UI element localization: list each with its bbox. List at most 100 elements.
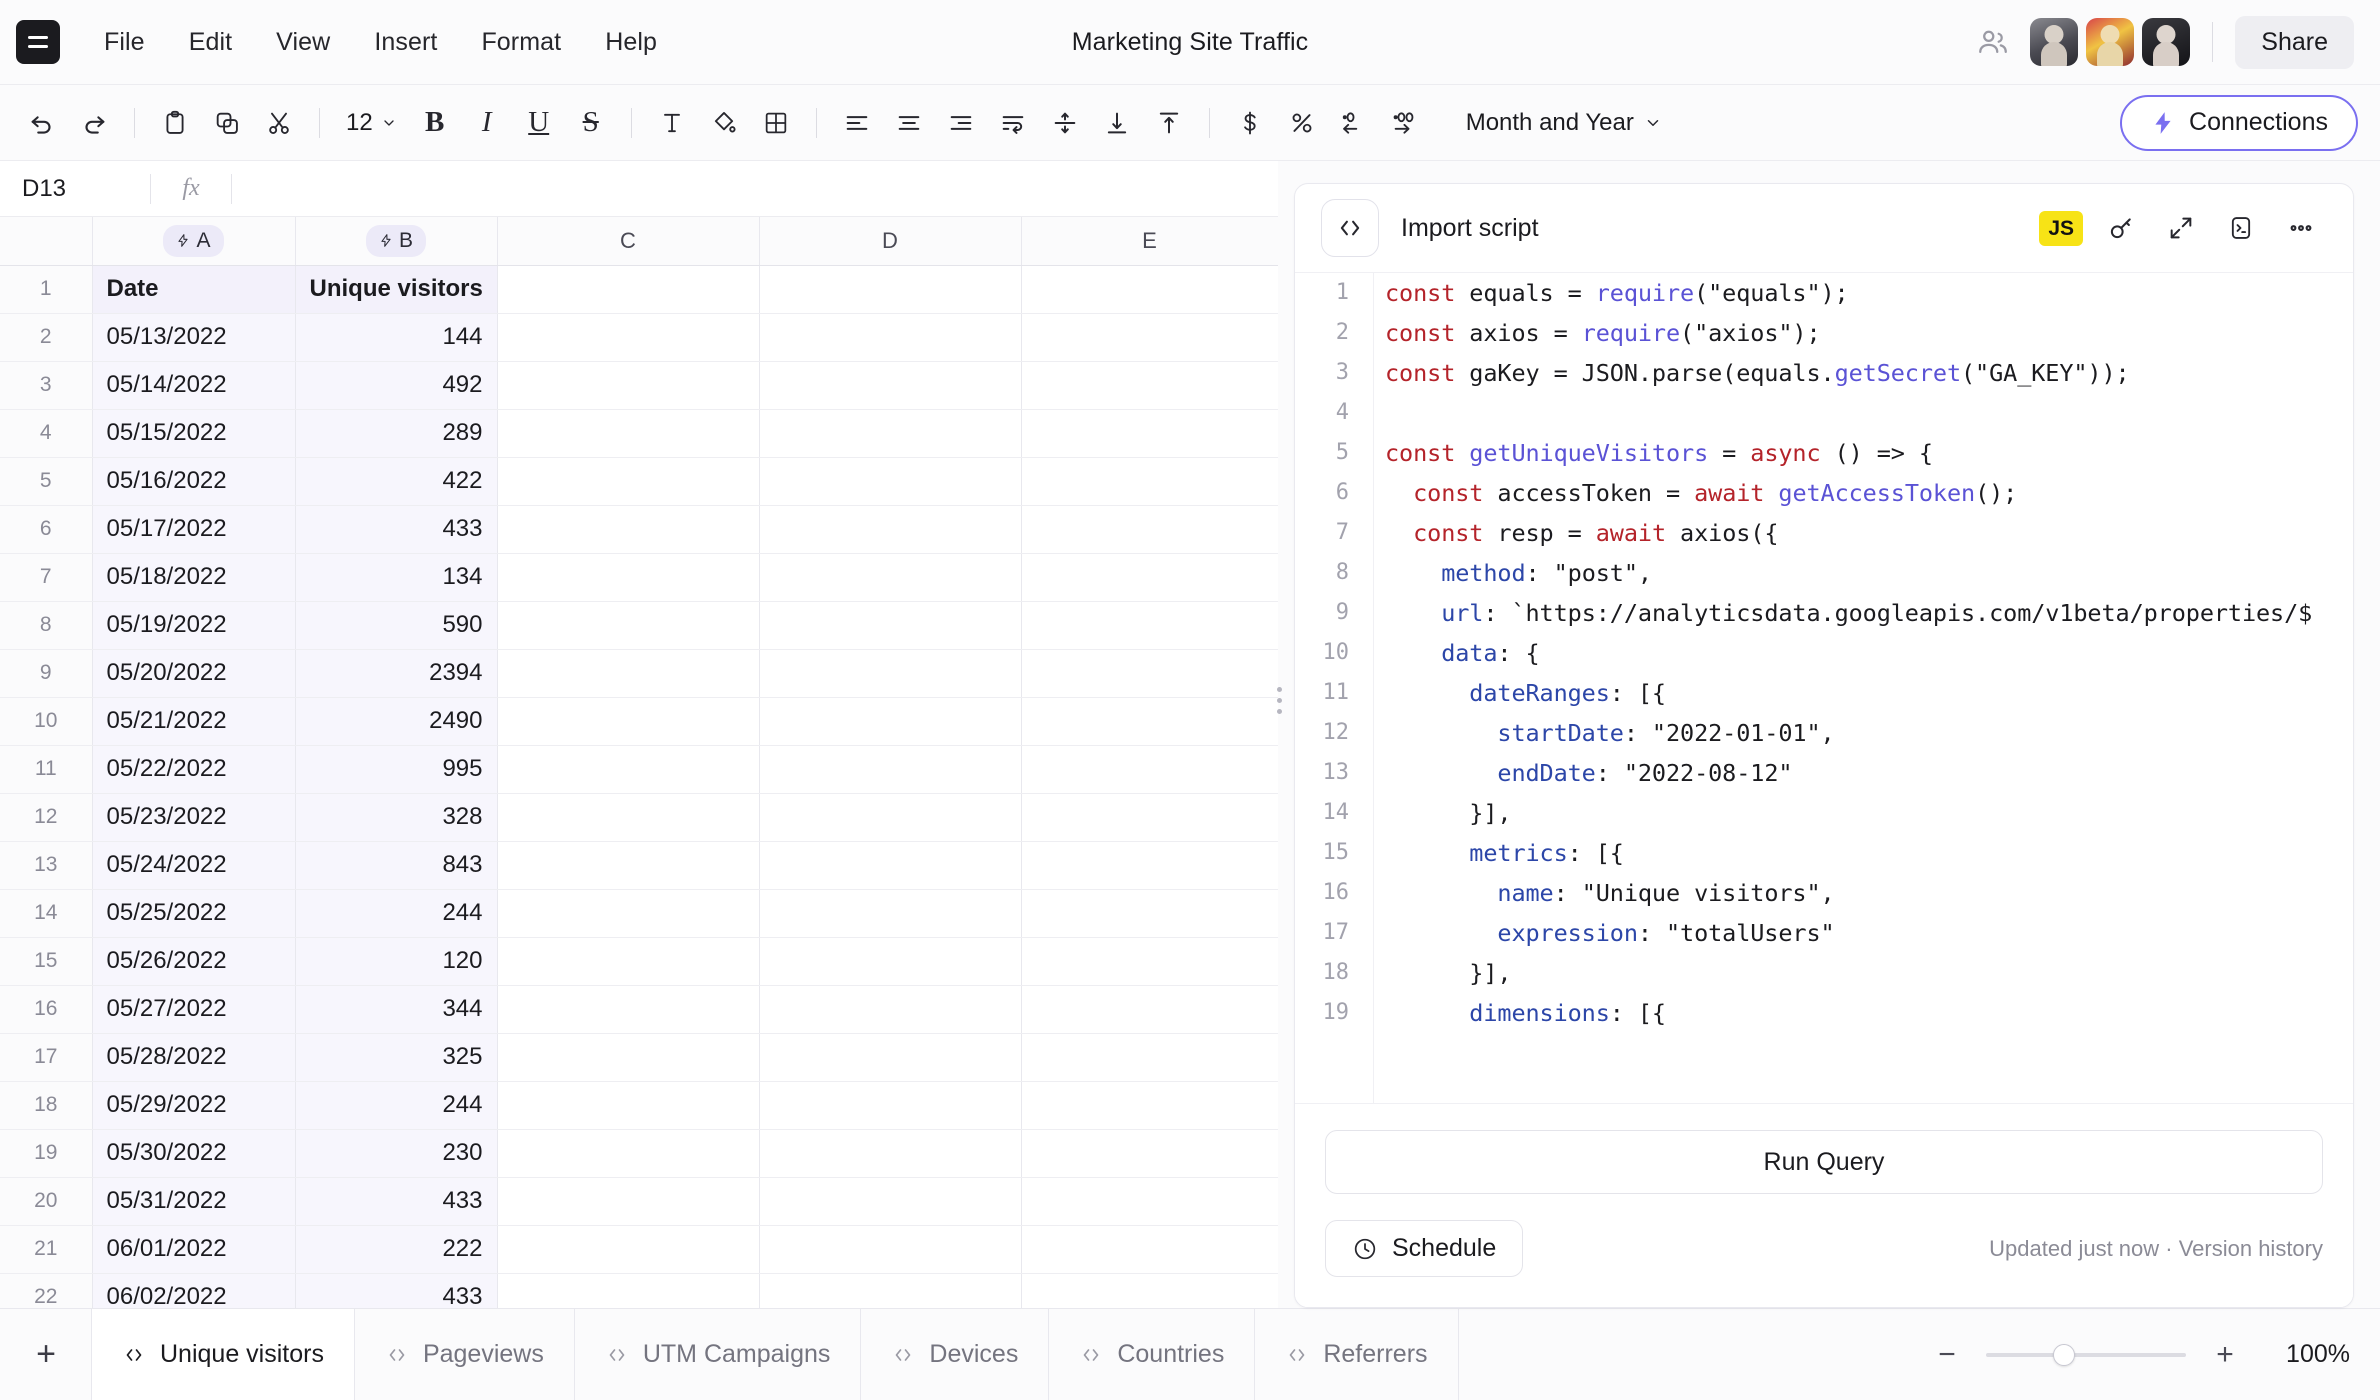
row-number[interactable]: 16 (0, 985, 93, 1034)
align-right-icon[interactable] (935, 97, 987, 149)
menu-insert[interactable]: Insert (352, 20, 459, 65)
cell-b2[interactable]: 144 (295, 313, 498, 362)
hamburger-menu-icon[interactable] (16, 20, 60, 64)
cell-c17[interactable] (497, 1033, 760, 1082)
cell-c8[interactable] (497, 601, 760, 650)
cell-e9[interactable] (1021, 649, 1278, 698)
code-text[interactable]: dateRanges: [{ (1373, 673, 2353, 713)
sheet-tab-countries[interactable]: Countries (1048, 1309, 1256, 1400)
sheet-tab-unique-visitors[interactable]: Unique visitors (91, 1309, 355, 1400)
text-color-icon[interactable] (646, 97, 698, 149)
align-left-icon[interactable] (831, 97, 883, 149)
menu-format[interactable]: Format (459, 20, 583, 65)
cell-a9[interactable]: 05/20/2022 (92, 649, 296, 698)
font-size-selector[interactable]: 12 (334, 101, 409, 145)
code-text[interactable]: const resp = await axios({ (1373, 513, 2353, 553)
cell-b16[interactable]: 344 (295, 985, 498, 1034)
cell-c15[interactable] (497, 937, 760, 986)
align-center-icon[interactable] (883, 97, 935, 149)
cell-d5[interactable] (759, 457, 1022, 506)
cell-c13[interactable] (497, 841, 760, 890)
cell-b11[interactable]: 995 (295, 745, 498, 794)
row-number[interactable]: 5 (0, 457, 93, 506)
number-format-selector[interactable]: Month and Year (1450, 100, 1678, 146)
cell-a7[interactable]: 05/18/2022 (92, 553, 296, 602)
column-header-a[interactable]: A (92, 217, 296, 266)
avatar[interactable] (2142, 18, 2191, 66)
cell-b19[interactable]: 230 (295, 1129, 498, 1178)
cell-a1[interactable]: Date (92, 265, 296, 314)
code-text[interactable]: metrics: [{ (1373, 833, 2353, 873)
cell-b9[interactable]: 2394 (295, 649, 498, 698)
row-number[interactable]: 4 (0, 409, 93, 458)
menu-edit[interactable]: Edit (167, 20, 254, 65)
italic-button[interactable]: I (461, 97, 513, 149)
cell-d18[interactable] (759, 1081, 1022, 1130)
row-number[interactable]: 1 (0, 265, 93, 314)
cell-a21[interactable]: 06/01/2022 (92, 1225, 296, 1274)
row-number[interactable]: 6 (0, 505, 93, 554)
cell-d10[interactable] (759, 697, 1022, 746)
run-query-button[interactable]: Run Query (1325, 1130, 2323, 1194)
cell-d16[interactable] (759, 985, 1022, 1034)
js-language-badge[interactable]: JS (2039, 210, 2083, 246)
cell-a6[interactable]: 05/17/2022 (92, 505, 296, 554)
underline-button[interactable]: U (513, 97, 565, 149)
cell-d21[interactable] (759, 1225, 1022, 1274)
cell-c16[interactable] (497, 985, 760, 1034)
code-text[interactable]: dimensions: [{ (1373, 993, 2353, 1033)
dollar-icon[interactable] (1224, 97, 1276, 149)
cell-d4[interactable] (759, 409, 1022, 458)
cell-e2[interactable] (1021, 313, 1278, 362)
paste-icon[interactable] (149, 97, 201, 149)
decrease-decimal-icon[interactable] (1328, 97, 1380, 149)
cell-b1[interactable]: Unique visitors (295, 265, 498, 314)
cell-a10[interactable]: 05/21/2022 (92, 697, 296, 746)
cell-e8[interactable] (1021, 601, 1278, 650)
cell-a17[interactable]: 05/28/2022 (92, 1033, 296, 1082)
cell-e3[interactable] (1021, 361, 1278, 410)
schedule-button[interactable]: Schedule (1325, 1220, 1524, 1277)
key-icon[interactable] (2099, 206, 2143, 250)
cell-c3[interactable] (497, 361, 760, 410)
expand-diagonal-icon[interactable] (2159, 206, 2203, 250)
cell-c5[interactable] (497, 457, 760, 506)
code-text[interactable]: name: "Unique visitors", (1373, 873, 2353, 913)
cell-c10[interactable] (497, 697, 760, 746)
code-brackets-icon[interactable] (1321, 199, 1379, 257)
cell-e6[interactable] (1021, 505, 1278, 554)
bold-button[interactable]: B (409, 97, 461, 149)
fill-color-icon[interactable] (698, 97, 750, 149)
row-number[interactable]: 9 (0, 649, 93, 698)
connections-button[interactable]: Connections (2120, 94, 2358, 151)
cell-d6[interactable] (759, 505, 1022, 554)
align-middle-icon[interactable] (1039, 97, 1091, 149)
avatar[interactable] (2030, 18, 2079, 66)
cell-c2[interactable] (497, 313, 760, 362)
cell-a3[interactable]: 05/14/2022 (92, 361, 296, 410)
cell-e16[interactable] (1021, 985, 1278, 1034)
copy-icon[interactable] (201, 97, 253, 149)
menu-file[interactable]: File (82, 20, 167, 65)
cell-c21[interactable] (497, 1225, 760, 1274)
code-text[interactable]: }], (1373, 953, 2353, 993)
cell-a5[interactable]: 05/16/2022 (92, 457, 296, 506)
cell-e14[interactable] (1021, 889, 1278, 938)
cell-a20[interactable]: 05/31/2022 (92, 1177, 296, 1226)
cell-a8[interactable]: 05/19/2022 (92, 601, 296, 650)
cell-a18[interactable]: 05/29/2022 (92, 1081, 296, 1130)
cell-d13[interactable] (759, 841, 1022, 890)
cell-a12[interactable]: 05/23/2022 (92, 793, 296, 842)
zoom-out-button[interactable]: − (1930, 1338, 1964, 1372)
cell-e21[interactable] (1021, 1225, 1278, 1274)
row-number[interactable]: 22 (0, 1273, 93, 1308)
cell-d11[interactable] (759, 745, 1022, 794)
strikethrough-button[interactable]: S (565, 97, 617, 149)
cell-d15[interactable] (759, 937, 1022, 986)
cell-e15[interactable] (1021, 937, 1278, 986)
cell-a14[interactable]: 05/25/2022 (92, 889, 296, 938)
avatar[interactable] (2086, 18, 2135, 66)
cell-c22[interactable] (497, 1273, 760, 1308)
cell-b13[interactable]: 843 (295, 841, 498, 890)
borders-icon[interactable] (750, 97, 802, 149)
